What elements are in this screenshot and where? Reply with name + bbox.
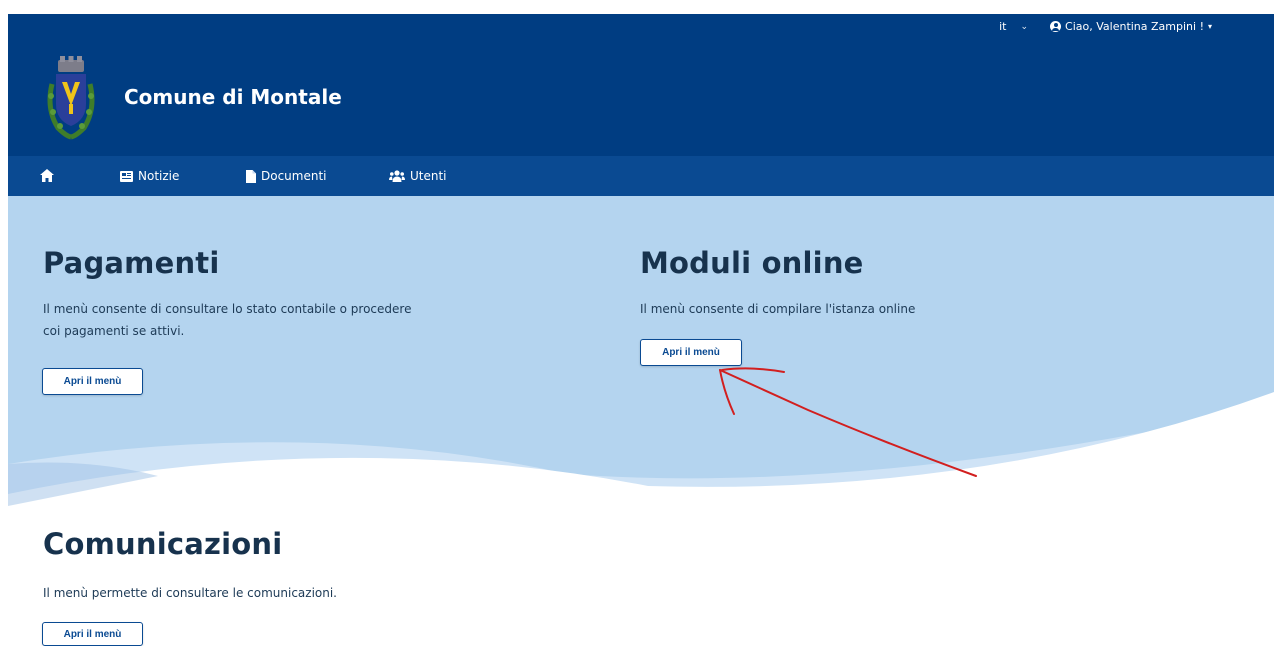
main-navigation: Notizie Documenti Utenti	[8, 156, 1274, 196]
users-icon	[389, 170, 405, 182]
language-selector[interactable]: it ⌄	[999, 20, 1028, 33]
user-greeting: Ciao, Valentina Zampini !	[1065, 20, 1204, 33]
municipality-crest-icon	[47, 56, 95, 140]
brand[interactable]: Comune di Montale	[44, 54, 342, 140]
nav-item-utenti[interactable]: Utenti	[389, 169, 447, 183]
chevron-down-icon: ⌄	[1020, 21, 1029, 32]
home-icon	[40, 169, 54, 182]
language-code: it	[999, 20, 1007, 33]
nav-home[interactable]	[40, 169, 54, 182]
apri-menu-moduli-online-button[interactable]: Apri il menù	[640, 339, 742, 366]
section-description-moduli-online: Il menù consente di compilare l'istanza …	[640, 298, 1120, 320]
section-description-comunicazioni: Il menù permette di consultare le comuni…	[43, 582, 523, 604]
section-title-pagamenti: Pagamenti	[43, 246, 220, 280]
nav-item-documenti[interactable]: Documenti	[246, 169, 327, 183]
nav-item-label: Notizie	[138, 169, 180, 183]
description-line: Il menù consente di compilare l'istanza …	[640, 302, 916, 316]
page: it ⌄ Ciao, Valentina Zampini ! ▾ Comune …	[8, 14, 1274, 646]
description-line: Il menù permette di consultare le comuni…	[43, 586, 337, 600]
user-menu[interactable]: Ciao, Valentina Zampini ! ▾	[1050, 20, 1212, 33]
site-title: Comune di Montale	[124, 85, 342, 109]
user-circle-icon	[1050, 21, 1062, 32]
header-utility-bar: it ⌄ Ciao, Valentina Zampini ! ▾	[999, 20, 1212, 33]
description-line: Il menù consente di consultare lo stato …	[43, 302, 412, 316]
section-title-moduli-online: Moduli online	[640, 246, 864, 280]
description-line: coi pagamenti se attivi.	[43, 324, 185, 338]
nav-item-label: Utenti	[410, 169, 447, 183]
caret-down-icon: ▾	[1207, 22, 1212, 31]
section-description-pagamenti: Il menù consente di consultare lo stato …	[43, 298, 523, 342]
nav-item-notizie[interactable]: Notizie	[120, 169, 179, 183]
section-title-comunicazioni: Comunicazioni	[43, 527, 283, 561]
site-header: it ⌄ Ciao, Valentina Zampini ! ▾ Comune …	[8, 14, 1274, 156]
apri-menu-comunicazioni-button[interactable]: Apri il menù	[42, 622, 143, 646]
document-icon	[246, 169, 256, 183]
newspaper-icon	[120, 170, 133, 182]
apri-menu-pagamenti-button[interactable]: Apri il menù	[42, 368, 143, 395]
nav-item-label: Documenti	[261, 169, 327, 183]
